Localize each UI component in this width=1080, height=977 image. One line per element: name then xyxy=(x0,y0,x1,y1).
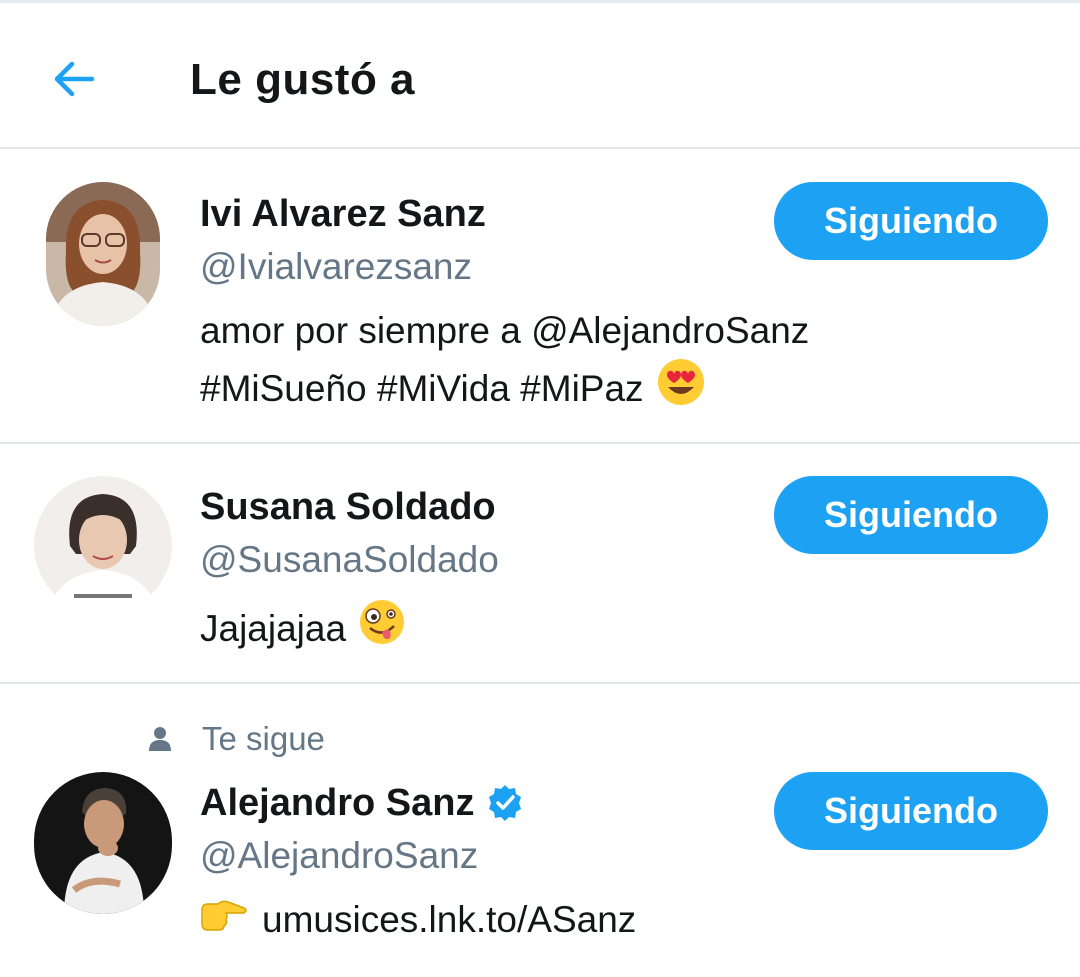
bio-link[interactable]: umusices.lnk.to/ASanz xyxy=(262,894,636,946)
avatar[interactable] xyxy=(34,772,172,914)
bio-line: #MiSueño #MiVida #MiPaz xyxy=(200,357,809,421)
following-button[interactable]: Siguiendo xyxy=(774,476,1048,554)
zany-face-icon xyxy=(358,598,406,660)
back-button[interactable] xyxy=(44,49,104,109)
user-name-text: Susana Soldado xyxy=(200,486,496,528)
user-handle: @SusanaSoldado xyxy=(200,539,499,580)
user-name-text: Alejandro Sanz xyxy=(200,782,475,824)
user-row-susana[interactable]: Susana Soldado @SusanaSoldado Jajajajaa … xyxy=(0,444,1080,684)
pointing-right-icon xyxy=(200,894,248,946)
user-bio: amor por siempre a @AlejandroSanz #MiSue… xyxy=(200,305,809,421)
user-row-ivi[interactable]: Ivi Alvarez Sanz @Ivialvarezsanz amor po… xyxy=(0,149,1080,444)
heart-eyes-icon xyxy=(656,357,706,421)
page-title: Le gustó a xyxy=(190,55,416,104)
user-name[interactable]: Alejandro Sanz xyxy=(200,780,525,826)
arrow-left-icon xyxy=(54,61,95,97)
bio-line-text: #MiSueño #MiVida #MiPaz xyxy=(200,368,644,409)
user-bio: Jajajajaa xyxy=(200,598,406,660)
following-button[interactable]: Siguiendo xyxy=(774,772,1048,850)
user-handle: @AlejandroSanz xyxy=(200,835,479,876)
following-button[interactable]: Siguiendo xyxy=(774,182,1048,260)
user-handle: @Ivialvarezsanz xyxy=(200,246,472,287)
follows-you-label: Te sigue xyxy=(146,719,325,759)
user-row-alejandro[interactable]: Te sigue Alejandro Sanz @AlejandroSanz u… xyxy=(0,684,1080,977)
user-name[interactable]: Susana Soldado xyxy=(200,484,496,530)
follows-you-text: Te sigue xyxy=(202,720,325,757)
avatar[interactable] xyxy=(34,476,172,614)
likers-screen: Le gustó a Ivi Alvarez Sanz @Ivialvarezs… xyxy=(0,0,1080,977)
avatar[interactable] xyxy=(46,182,160,326)
bio-line-text: Jajajajaa xyxy=(200,608,347,649)
verified-badge-icon xyxy=(488,785,521,821)
app-header: Le gustó a xyxy=(0,3,1080,149)
bio-line: amor por siempre a @AlejandroSanz xyxy=(200,310,810,351)
user-name[interactable]: Ivi Alvarez Sanz xyxy=(200,191,486,237)
person-icon xyxy=(149,727,171,751)
user-name-text: Ivi Alvarez Sanz xyxy=(200,193,486,235)
user-bio: umusices.lnk.to/ASanz xyxy=(200,894,636,946)
